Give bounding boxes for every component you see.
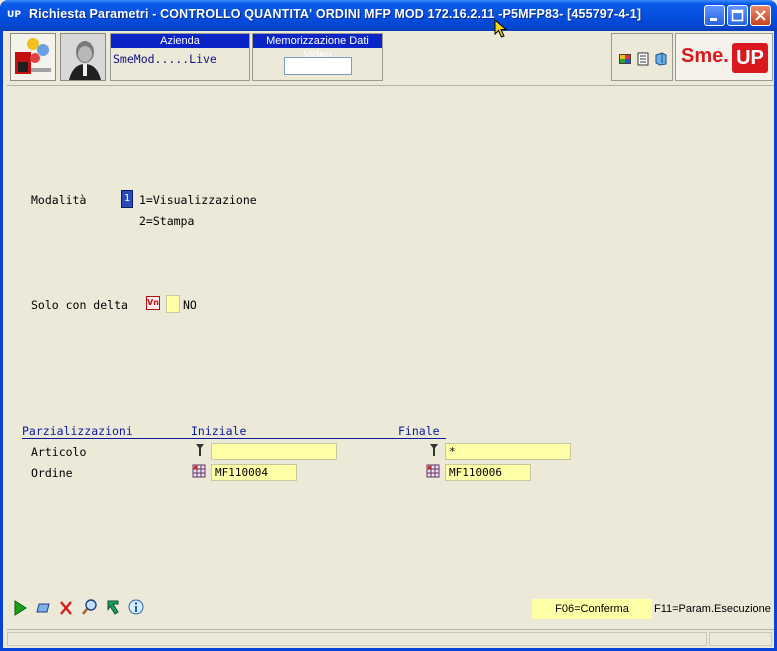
f11-param-button[interactable]: F11=Param.Esecuzione xyxy=(654,599,771,619)
document-icon[interactable] xyxy=(636,52,650,66)
azienda-label: Azienda xyxy=(111,34,249,48)
memorizzazione-box: Memorizzazione Dati Video xyxy=(252,33,383,81)
memorizzazione-input[interactable] xyxy=(284,57,352,75)
solo-delta-input[interactable] xyxy=(166,295,180,313)
title-bar[interactable]: UP Richiesta Parametri - CONTROLLO QUANT… xyxy=(0,0,777,31)
smeup-app-icon[interactable] xyxy=(10,33,56,81)
play-icon[interactable] xyxy=(13,600,27,616)
app-icon: UP xyxy=(7,10,21,20)
solo-delta-label: Solo con delta xyxy=(31,298,128,312)
ordine-iniziale-input[interactable]: MF110004 xyxy=(211,464,297,481)
user-avatar[interactable] xyxy=(60,33,106,81)
ordine-finale-grid-icon[interactable] xyxy=(426,464,440,478)
modalita-option-1: 1=Visualizzazione xyxy=(139,193,257,207)
ordine-iniziale-grid-icon[interactable] xyxy=(192,464,206,478)
logo-badge: UP xyxy=(732,43,768,73)
articolo-finale-search-icon[interactable] xyxy=(429,443,439,457)
f06-conferma-button[interactable]: F06=Conferma xyxy=(532,599,652,619)
top-toolbar: Azienda SmeMod.....Live Memorizzazione D… xyxy=(7,31,774,86)
articolo-label: Articolo xyxy=(31,445,87,459)
info-icon[interactable] xyxy=(128,599,144,616)
finale-header: Finale xyxy=(398,424,440,438)
vn-icon[interactable]: Vn xyxy=(146,296,160,310)
ordine-finale-input[interactable]: MF110006 xyxy=(445,464,531,481)
header-divider xyxy=(22,438,446,439)
solo-delta-value: NO xyxy=(183,298,197,312)
articolo-iniziale-search-icon[interactable] xyxy=(195,443,205,457)
window-title: Richiesta Parametri - CONTROLLO QUANTITA… xyxy=(29,7,642,21)
status-cell-main xyxy=(7,632,707,646)
palette-icon[interactable] xyxy=(618,52,632,66)
modalita-label: Modalità xyxy=(31,193,87,207)
search-icon[interactable] xyxy=(82,599,98,616)
azienda-box: Azienda SmeMod.....Live xyxy=(110,33,250,81)
status-cell-side xyxy=(709,632,772,646)
bottom-action-bar: F06=Conferma F11=Param.Esecuzione xyxy=(7,592,774,628)
iniziale-header: Iniziale xyxy=(191,424,247,438)
app-window: UP Richiesta Parametri - CONTROLLO QUANT… xyxy=(0,0,777,651)
memorizzazione-label: Memorizzazione Dati Video xyxy=(253,34,382,61)
tool-icons-group xyxy=(611,33,673,81)
eraser-icon[interactable] xyxy=(35,601,51,615)
articolo-finale-input[interactable]: * xyxy=(445,443,571,460)
close-window-button[interactable] xyxy=(750,5,771,26)
logo-text: Sme. xyxy=(681,45,729,67)
articolo-iniziale-input[interactable] xyxy=(211,443,337,460)
modalita-option-2: 2=Stampa xyxy=(139,214,195,228)
book-icon[interactable] xyxy=(654,52,668,66)
refresh-arrow-icon[interactable] xyxy=(105,599,121,616)
smeup-logo: Sme. UP xyxy=(675,33,773,81)
status-bar xyxy=(7,629,774,648)
ordine-label: Ordine xyxy=(31,466,73,480)
mouse-cursor-icon xyxy=(494,19,508,38)
parzializzazioni-header: Parzializzazioni xyxy=(22,424,133,438)
modalita-input[interactable]: 1 xyxy=(121,190,133,208)
delete-icon[interactable] xyxy=(59,600,73,616)
azienda-value: SmeMod.....Live xyxy=(113,52,217,66)
minimize-button[interactable] xyxy=(704,5,725,26)
maximize-button[interactable] xyxy=(727,5,748,26)
